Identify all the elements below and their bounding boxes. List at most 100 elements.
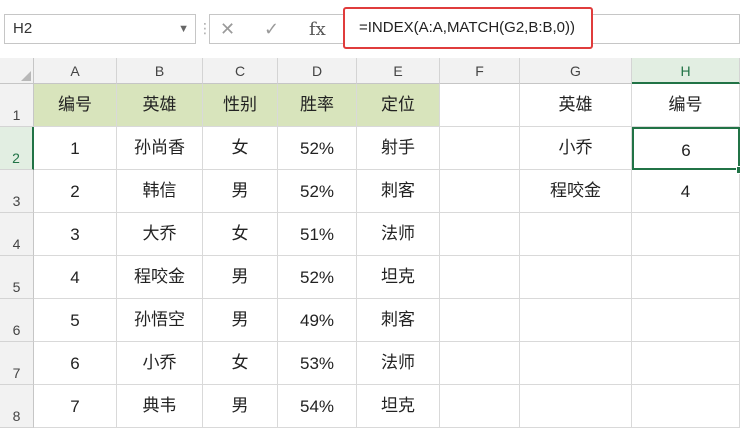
- cell-h6[interactable]: [632, 299, 740, 342]
- cell-c8[interactable]: 男: [203, 385, 278, 428]
- row-header-8[interactable]: 8: [0, 385, 34, 428]
- cell-h8[interactable]: [632, 385, 740, 428]
- cell-g3[interactable]: 程咬金: [520, 170, 632, 213]
- cell-h5[interactable]: [632, 256, 740, 299]
- cell-g5[interactable]: [520, 256, 632, 299]
- cell-f1[interactable]: [440, 84, 520, 127]
- column-header-g[interactable]: G: [520, 58, 632, 84]
- row-number: 4: [12, 236, 21, 252]
- cell-a2[interactable]: 1: [34, 127, 117, 170]
- row-number: 6: [12, 322, 21, 338]
- cell-d4[interactable]: 51%: [278, 213, 357, 256]
- cell-e1[interactable]: 定位: [357, 84, 440, 127]
- cell-f2[interactable]: [440, 127, 520, 170]
- cell-b3[interactable]: 韩信: [117, 170, 203, 213]
- name-box-value: H2: [13, 20, 33, 37]
- formula-input[interactable]: =INDEX(A:A,MATCH(G2,B:B,0)): [343, 7, 593, 49]
- cell-g4[interactable]: [520, 213, 632, 256]
- cell-e2[interactable]: 射手: [357, 127, 440, 170]
- cell-f4[interactable]: [440, 213, 520, 256]
- column-header-h[interactable]: H: [632, 58, 740, 84]
- row-number: 5: [12, 279, 21, 295]
- select-all-button[interactable]: [0, 58, 34, 84]
- cell-e5[interactable]: 坦克: [357, 256, 440, 299]
- cell-e4[interactable]: 法师: [357, 213, 440, 256]
- cell-e7[interactable]: 法师: [357, 342, 440, 385]
- cell-b6[interactable]: 孙悟空: [117, 299, 203, 342]
- cell-a7[interactable]: 6: [34, 342, 117, 385]
- cell-f6[interactable]: [440, 299, 520, 342]
- row-number: 2: [12, 150, 20, 166]
- cell-h4[interactable]: [632, 213, 740, 256]
- cell-b4[interactable]: 大乔: [117, 213, 203, 256]
- cell-d5[interactable]: 52%: [278, 256, 357, 299]
- row-number: 1: [12, 107, 21, 123]
- cell-f5[interactable]: [440, 256, 520, 299]
- cell-e6[interactable]: 刺客: [357, 299, 440, 342]
- cell-c5[interactable]: 男: [203, 256, 278, 299]
- row-header-6[interactable]: 6: [0, 299, 34, 342]
- cell-f3[interactable]: [440, 170, 520, 213]
- cell-a8[interactable]: 7: [34, 385, 117, 428]
- drag-handle-icon[interactable]: ⋮: [198, 20, 212, 38]
- column-header-a[interactable]: A: [34, 58, 117, 84]
- cell-a6[interactable]: 5: [34, 299, 117, 342]
- cell-b7[interactable]: 小乔: [117, 342, 203, 385]
- cell-e8[interactable]: 坦克: [357, 385, 440, 428]
- cell-f7[interactable]: [440, 342, 520, 385]
- cell-d3[interactable]: 52%: [278, 170, 357, 213]
- cell-d6[interactable]: 49%: [278, 299, 357, 342]
- row-header-1[interactable]: 1: [0, 84, 34, 127]
- cell-h3[interactable]: 4: [632, 170, 740, 213]
- cell-a3[interactable]: 2: [34, 170, 117, 213]
- column-header-e[interactable]: E: [357, 58, 440, 84]
- row-header-2[interactable]: 2: [0, 127, 34, 170]
- name-box[interactable]: H2 ▼: [4, 14, 196, 44]
- cell-a4[interactable]: 3: [34, 213, 117, 256]
- cell-d7[interactable]: 53%: [278, 342, 357, 385]
- cell-c7[interactable]: 女: [203, 342, 278, 385]
- cell-b8[interactable]: 典韦: [117, 385, 203, 428]
- row-number: 8: [12, 408, 21, 424]
- cell-e3[interactable]: 刺客: [357, 170, 440, 213]
- row-header-3[interactable]: 3: [0, 170, 34, 213]
- cell-a5[interactable]: 4: [34, 256, 117, 299]
- enter-icon[interactable]: ✓: [264, 19, 279, 40]
- cell-h1[interactable]: 编号: [632, 84, 740, 127]
- cell-g2[interactable]: 小乔: [520, 127, 632, 170]
- cell-c3[interactable]: 男: [203, 170, 278, 213]
- cell-d8[interactable]: 54%: [278, 385, 357, 428]
- formula-buttons: ✕ ✓ fx: [209, 14, 339, 44]
- cell-b1[interactable]: 英雄: [117, 84, 203, 127]
- cell-a1[interactable]: 编号: [34, 84, 117, 127]
- chevron-down-icon[interactable]: ▼: [178, 15, 189, 43]
- row-number: 3: [12, 193, 21, 209]
- row-number: 7: [12, 365, 21, 381]
- insert-function-icon[interactable]: fx: [309, 19, 326, 40]
- cell-c1[interactable]: 性别: [203, 84, 278, 127]
- formula-bar-area: H2 ▼ ⋮ ✕ ✓ fx =INDEX(A:A,MATCH(G2,B:B,0)…: [0, 0, 740, 58]
- row-header-5[interactable]: 5: [0, 256, 34, 299]
- row-header-7[interactable]: 7: [0, 342, 34, 385]
- cell-g7[interactable]: [520, 342, 632, 385]
- cell-d1[interactable]: 胜率: [278, 84, 357, 127]
- column-header-f[interactable]: F: [440, 58, 520, 84]
- cell-b2[interactable]: 孙尚香: [117, 127, 203, 170]
- column-header-c[interactable]: C: [203, 58, 278, 84]
- cell-f8[interactable]: [440, 385, 520, 428]
- cell-g1[interactable]: 英雄: [520, 84, 632, 127]
- cell-b5[interactable]: 程咬金: [117, 256, 203, 299]
- cell-c2[interactable]: 女: [203, 127, 278, 170]
- column-header-b[interactable]: B: [117, 58, 203, 84]
- cell-h2[interactable]: 6: [632, 127, 740, 170]
- cell-h7[interactable]: [632, 342, 740, 385]
- cell-c4[interactable]: 女: [203, 213, 278, 256]
- cell-g6[interactable]: [520, 299, 632, 342]
- row-header-4[interactable]: 4: [0, 213, 34, 256]
- cancel-icon[interactable]: ✕: [220, 19, 235, 40]
- cell-g8[interactable]: [520, 385, 632, 428]
- fill-handle[interactable]: [736, 166, 740, 174]
- cell-d2[interactable]: 52%: [278, 127, 357, 170]
- cell-c6[interactable]: 男: [203, 299, 278, 342]
- column-header-d[interactable]: D: [278, 58, 357, 84]
